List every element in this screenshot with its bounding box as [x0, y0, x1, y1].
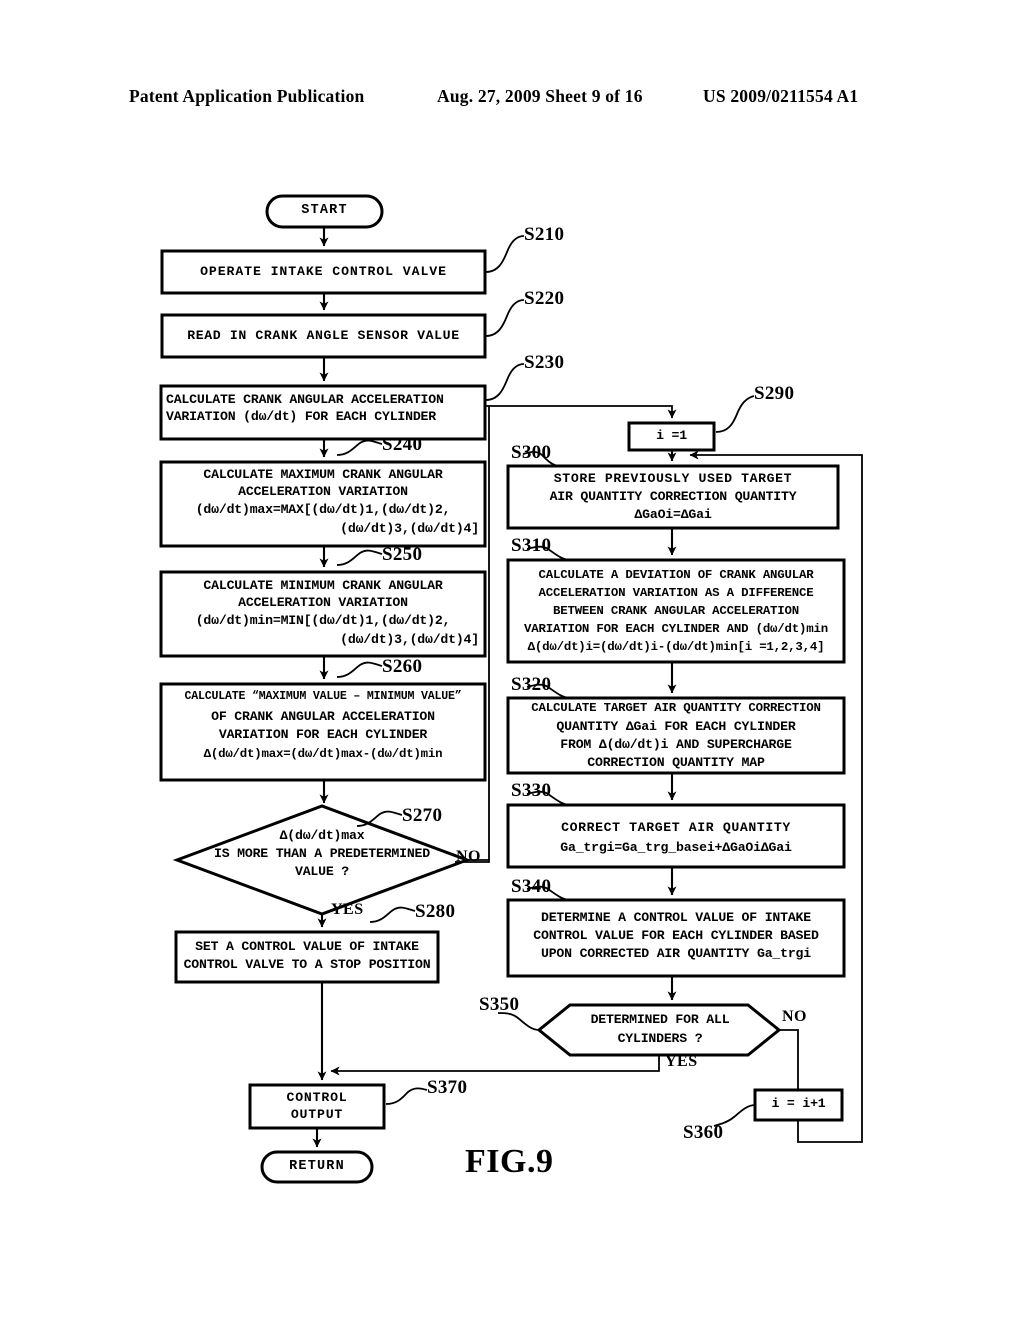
s360-label: i = i+1	[771, 1096, 826, 1111]
s310-line3: BETWEEN CRANK ANGULAR ACCELERATION	[552, 604, 799, 618]
step-number-s210: S210	[524, 224, 565, 245]
s270-line3: VALUE ?	[295, 864, 349, 879]
leader-s290	[715, 395, 755, 433]
leader-s280	[369, 906, 416, 923]
step-number-s260: S260	[382, 656, 423, 677]
leader-s260	[336, 661, 383, 678]
step-number-s330: S330	[511, 780, 552, 801]
step-number-s320: S320	[511, 674, 552, 695]
s320-line1: CALCULATE TARGET AIR QUANTITY CORRECTION	[531, 701, 821, 715]
step-number-s270: S270	[402, 805, 443, 826]
s310-line2: ACCELERATION VARIATION AS A DIFFERENCE	[538, 586, 814, 600]
return-label: RETURN	[289, 1159, 345, 1174]
step-number-s310: S310	[511, 535, 552, 556]
s350-no-label: NO	[782, 1008, 807, 1025]
s300-line3: ΔGaOi=ΔGai	[634, 507, 712, 522]
s350-yes-label: YES	[665, 1053, 698, 1070]
s310-line1: CALCULATE A DEVIATION OF CRANK ANGULAR	[538, 568, 814, 582]
leader-s240	[336, 439, 383, 456]
s210-label: OPERATE INTAKE CONTROL VALVE	[200, 264, 447, 279]
s240-line3: (dω/dt)max=MAX[(dω/dt)1,(dω/dt)2,	[195, 502, 451, 517]
step-number-s350: S350	[479, 994, 520, 1015]
step-number-s250: S250	[382, 544, 423, 565]
figure-label: FIG.9	[465, 1143, 554, 1180]
s260-line1: CALCULATE “MAXIMUM VALUE – MINIMUM VALUE…	[184, 690, 462, 703]
step-number-s280: S280	[415, 901, 456, 922]
step-number-s230: S230	[524, 352, 565, 373]
s370-line1: CONTROL	[286, 1090, 348, 1105]
leader-s370	[385, 1087, 428, 1105]
step-number-s360: S360	[683, 1122, 724, 1143]
leader-s220	[485, 299, 525, 337]
s270-yes-label: YES	[331, 901, 364, 918]
step-number-s300: S300	[511, 442, 552, 463]
flowchart-diagram	[159, 194, 863, 1184]
s220-label: READ IN CRANK ANGLE SENSOR VALUE	[187, 328, 460, 343]
s290-label: i =1	[656, 428, 687, 443]
s340-line1: DETERMINE A CONTROL VALUE OF INTAKE	[541, 910, 811, 925]
s260-line2: OF CRANK ANGULAR ACCELERATION	[211, 709, 435, 724]
s330-line2: Ga_trgi=Ga_trg_basei+ΔGaOiΔGai	[560, 840, 792, 855]
conn-s350-yes	[330, 1055, 660, 1076]
s230-line1: CALCULATE CRANK ANGULAR ACCELERATION	[166, 392, 444, 407]
s230-line2: VARIATION (dω/dt) FOR EACH CYLINDER	[166, 409, 436, 424]
s240-line1: CALCULATE MAXIMUM CRANK ANGULAR	[203, 467, 443, 482]
s340-line2: CONTROL VALUE FOR EACH CYLINDER BASED	[533, 928, 819, 943]
patent-page: Patent Application Publication Aug. 27, …	[0, 0, 1024, 1320]
s250-line3: (dω/dt)min=MIN[(dω/dt)1,(dω/dt)2,	[195, 613, 451, 628]
step-number-s290: S290	[754, 383, 795, 404]
s270-no-label: NO	[456, 848, 481, 865]
conn-s350-no-to-s360	[779, 1029, 799, 1090]
s280-line1: SET A CONTROL VALUE OF INTAKE	[195, 939, 419, 954]
s240-line2: ACCELERATION VARIATION	[238, 484, 408, 499]
s260-line3: VARIATION FOR EACH CYLINDER	[218, 727, 428, 742]
s350-line1: DETERMINED FOR ALL	[590, 1012, 730, 1027]
conn-s230-s290	[485, 405, 677, 419]
s300-line2: AIR QUANTITY CORRECTION QUANTITY	[549, 489, 797, 504]
s350-line2: CYLINDERS ?	[617, 1031, 703, 1046]
s370-line2: OUTPUT	[290, 1107, 344, 1122]
leader-s210	[485, 235, 525, 273]
leader-s250	[336, 549, 383, 566]
s330-line1: CORRECT TARGET AIR QUANTITY	[561, 820, 791, 835]
s250-line1: CALCULATE MINIMUM CRANK ANGULAR	[203, 578, 443, 593]
s250-line2: ACCELERATION VARIATION	[238, 595, 408, 610]
s320-line4: CORRECTION QUANTITY MAP	[587, 755, 765, 770]
leader-s230	[485, 363, 525, 401]
s320-line3: FROM Δ(dω/dt)i AND SUPERCHARGE	[560, 737, 792, 752]
s260-line4: Δ(dω/dt)max=(dω/dt)max-(dω/dt)min	[203, 747, 443, 761]
step-number-s340: S340	[511, 876, 552, 897]
s320-line2: QUANTITY ΔGai FOR EACH CYLINDER	[556, 719, 796, 734]
s310-line4: VARIATION FOR EACH CYLINDER AND (dω/dt)m…	[524, 622, 828, 636]
s270-line1: Δ(dω/dt)max	[279, 828, 365, 843]
s280-line2: CONTROL VALVE TO A STOP POSITION	[183, 957, 431, 972]
s250-line4: (dω/dt)3,(dω/dt)4]	[340, 632, 479, 647]
s340-line3: UPON CORRECTED AIR QUANTITY Ga_trgi	[541, 946, 811, 961]
s270-line2: IS MORE THAN A PREDETERMINED	[214, 846, 430, 861]
step-number-s220: S220	[524, 288, 565, 309]
s310-line5: Δ(dω/dt)i=(dω/dt)i-(dω/dt)min[i =1,2,3,4…	[527, 640, 825, 654]
start-label: START	[301, 203, 348, 218]
step-number-s370: S370	[427, 1077, 468, 1098]
s240-line4: (dω/dt)3,(dω/dt)4]	[340, 521, 479, 536]
step-number-s240: S240	[382, 434, 423, 455]
s330-box	[506, 803, 846, 869]
s300-line1: STORE PREVIOUSLY USED TARGET	[553, 471, 793, 486]
